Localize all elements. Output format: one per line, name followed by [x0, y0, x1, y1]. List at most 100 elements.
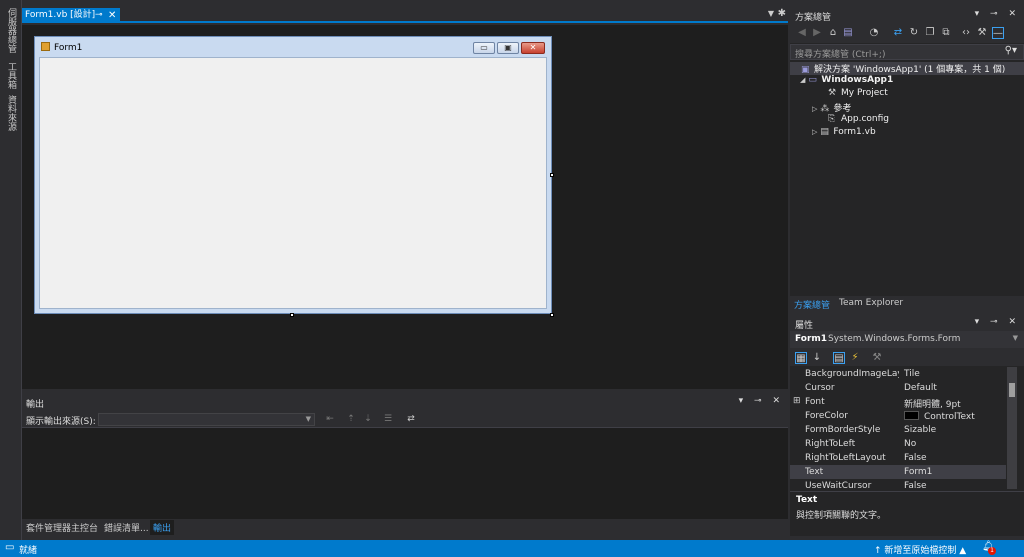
properties-icon[interactable]: ▤	[833, 352, 845, 364]
resize-handle-corner[interactable]	[550, 313, 554, 317]
solution-pane-controls[interactable]: ▾ ⊸ ✕	[975, 9, 1020, 19]
toolbox-tab[interactable]: 工具箱	[5, 62, 17, 89]
solution-search-input[interactable]: 搜尋方案總管 (Ctrl+;) ⚲▾	[790, 44, 1024, 60]
object-name: Form1	[795, 334, 828, 344]
chevron-down-icon: ▼	[1012, 334, 1018, 342]
tab-error-list[interactable]: 錯誤清單...	[104, 521, 149, 534]
next-message-icon[interactable]: ⇣	[362, 413, 374, 425]
resize-handle-bottom[interactable]	[290, 313, 294, 317]
refresh-icon[interactable]: ↻	[908, 27, 920, 39]
close-icon[interactable]: ✕	[108, 8, 116, 23]
form-client-area[interactable]	[39, 57, 547, 309]
properties-header: 屬性 ▾ ⊸ ✕	[790, 316, 1024, 331]
property-row[interactable]: BackgroundImageLayoutTile	[790, 367, 1006, 381]
back-icon[interactable]: ◀	[796, 27, 808, 39]
property-pages-icon[interactable]: ⚒	[871, 352, 883, 364]
notification-badge: 1	[988, 547, 996, 555]
property-row[interactable]: RightToLeft No	[790, 437, 1006, 451]
clear-all-icon[interactable]: ☰	[382, 413, 394, 425]
tree-project[interactable]: ◢ ▭ WindowsApp1	[800, 75, 893, 85]
scrollbar-thumb[interactable]	[1009, 383, 1015, 397]
property-row-selected[interactable]: Text Form1	[790, 465, 1006, 479]
output-panel: 輸出 ▾ ⊸ ✕ 顯示輸出來源(S): ▼ ⇤ ⇡ ⇣ ☰ ⇄ 套件管理器主控台…	[22, 395, 788, 535]
tree-my-project[interactable]: ⚒ My Project	[828, 88, 888, 98]
properties-wrench-icon[interactable]: ⚒	[976, 27, 988, 39]
properties-object-select[interactable]: Form1 System.Windows.Forms.Form ▼	[790, 331, 1024, 348]
document-tab-bar: Form1.vb [設計] ⊸ ✕ ▼ ✱	[22, 8, 788, 23]
add-to-source-control-button[interactable]: ↑ 新增至原始檔控制 ▲	[874, 543, 966, 556]
property-row[interactable]: RightToLeftLayout False	[790, 451, 1006, 465]
search-placeholder: 搜尋方案總管 (Ctrl+;)	[795, 50, 886, 60]
solution-explorer-toolbar: ◀ ▶ ⌂ ▤ ◔ ⇄ ↻ ❐ ⧉ ‹› ⚒ —	[790, 23, 1024, 43]
gear-icon[interactable]: ✱	[778, 8, 786, 19]
minimize-button[interactable]: ▭	[473, 42, 495, 54]
sync-icon[interactable]: ⇄	[892, 27, 904, 39]
maximize-button[interactable]: ▣	[497, 42, 519, 54]
resize-handle-right[interactable]	[550, 173, 554, 177]
tab-label: Form1.vb [設計]	[25, 10, 96, 20]
tree-app-config[interactable]: ⎘ App.config	[828, 114, 889, 124]
property-row[interactable]: ⊞ Font 新細明體, 9pt	[790, 395, 1006, 410]
description-title: Text	[796, 495, 818, 505]
preview-icon[interactable]: —	[992, 27, 1004, 39]
solution-explorer: 方案總管 ▾ ⊸ ✕ ◀ ▶ ⌂ ▤ ◔ ⇄ ↻ ❐ ⧉ ‹› ⚒ — 搜尋方案…	[790, 8, 1024, 312]
output-title: 輸出	[26, 400, 45, 410]
data-sources-tab[interactable]: 資料來源	[5, 95, 17, 131]
collapsed-triangle-icon[interactable]: ▷	[812, 105, 817, 113]
close-button[interactable]: ✕	[521, 42, 545, 54]
output-source-select[interactable]: ▼	[98, 413, 315, 426]
property-row[interactable]: Cursor Default	[790, 381, 1006, 395]
prev-message-icon[interactable]: ⇡	[345, 413, 357, 425]
tab-dropdown-icon[interactable]: ▼	[768, 9, 774, 18]
output-pane-controls[interactable]: ▾ ⊸ ✕	[739, 396, 784, 406]
upload-arrow-icon: ↑	[874, 546, 885, 556]
switch-views-icon[interactable]: ▤	[842, 27, 854, 39]
properties-toolbar: ▦ ↓ ▤ ⚡ ⚒	[790, 348, 1024, 366]
tab-solution-explorer[interactable]: 方案總管	[794, 298, 830, 311]
form-window[interactable]: Form1 ▭ ▣ ✕	[34, 36, 552, 314]
output-tab-strip: 套件管理器主控台 錯誤清單... 輸出	[22, 519, 788, 535]
vb-project-icon: ▭	[808, 75, 817, 85]
tab-team-explorer[interactable]: Team Explorer	[839, 298, 903, 308]
search-icon[interactable]: ⚲▾	[1005, 45, 1017, 56]
history-icon[interactable]: ◔	[868, 27, 880, 39]
property-description: Text 與控制項關聯的文字。	[790, 491, 1024, 536]
color-swatch	[904, 411, 919, 420]
home-icon[interactable]: ⌂	[827, 27, 839, 39]
status-ready: 就緒	[19, 546, 38, 556]
expanded-triangle-icon[interactable]: ◢	[800, 76, 805, 84]
view-code-icon[interactable]: ‹›	[960, 27, 972, 39]
server-explorer-tab[interactable]: 伺服器總管	[5, 8, 17, 53]
output-toolbar: 顯示輸出來源(S): ▼ ⇤ ⇡ ⇣ ☰ ⇄	[22, 410, 788, 428]
tab-output[interactable]: 輸出	[150, 520, 175, 535]
find-message-icon[interactable]: ⇤	[324, 413, 336, 425]
solution-icon: ▣	[801, 65, 810, 75]
property-row[interactable]: FormBorderStyle Sizable	[790, 423, 1006, 437]
form-designer[interactable]: Form1 ▭ ▣ ✕	[22, 25, 788, 389]
expand-icon[interactable]: ⊞	[793, 396, 801, 406]
properties-pane-controls[interactable]: ▾ ⊸ ✕	[975, 317, 1020, 327]
forward-icon[interactable]: ▶	[811, 27, 823, 39]
properties-scrollbar[interactable]	[1007, 367, 1017, 489]
show-all-files-icon[interactable]: ⧉	[940, 27, 952, 39]
property-row[interactable]: ForeColor ControlText	[790, 409, 1006, 423]
left-tool-strip: 伺服器總管 工具箱 資料來源	[0, 0, 22, 540]
description-text: 與控制項關聯的文字。	[796, 511, 887, 521]
pin-icon[interactable]: ⊸	[95, 8, 103, 23]
word-wrap-icon[interactable]: ⇄	[405, 413, 417, 425]
properties-panel: 屬性 ▾ ⊸ ✕ Form1 System.Windows.Forms.Form…	[790, 316, 1024, 536]
form-titlebar: Form1	[41, 42, 82, 53]
tab-form1-design[interactable]: Form1.vb [設計] ⊸ ✕	[22, 8, 120, 23]
solution-explorer-title: 方案總管	[795, 13, 832, 23]
form-title: Form1	[54, 43, 83, 53]
output-source-label: 顯示輸出來源(S):	[26, 417, 96, 427]
collapse-all-icon[interactable]: ❐	[924, 27, 936, 39]
tab-package-manager-console[interactable]: 套件管理器主控台	[26, 521, 98, 534]
tree-solution[interactable]: ▣ 解決方案 'WindowsApp1' (1 個專案，共 1 個)	[790, 62, 1024, 75]
events-lightning-icon[interactable]: ⚡	[849, 352, 861, 364]
categorized-icon[interactable]: ▦	[795, 352, 807, 364]
collapsed-triangle-icon[interactable]: ▷	[812, 128, 817, 136]
alphabetical-icon[interactable]: ↓	[811, 352, 823, 364]
tree-references[interactable]: ▷ ⁂ 參考	[812, 101, 851, 114]
tree-form1[interactable]: ▷ ▤ Form1.vb	[812, 127, 876, 137]
